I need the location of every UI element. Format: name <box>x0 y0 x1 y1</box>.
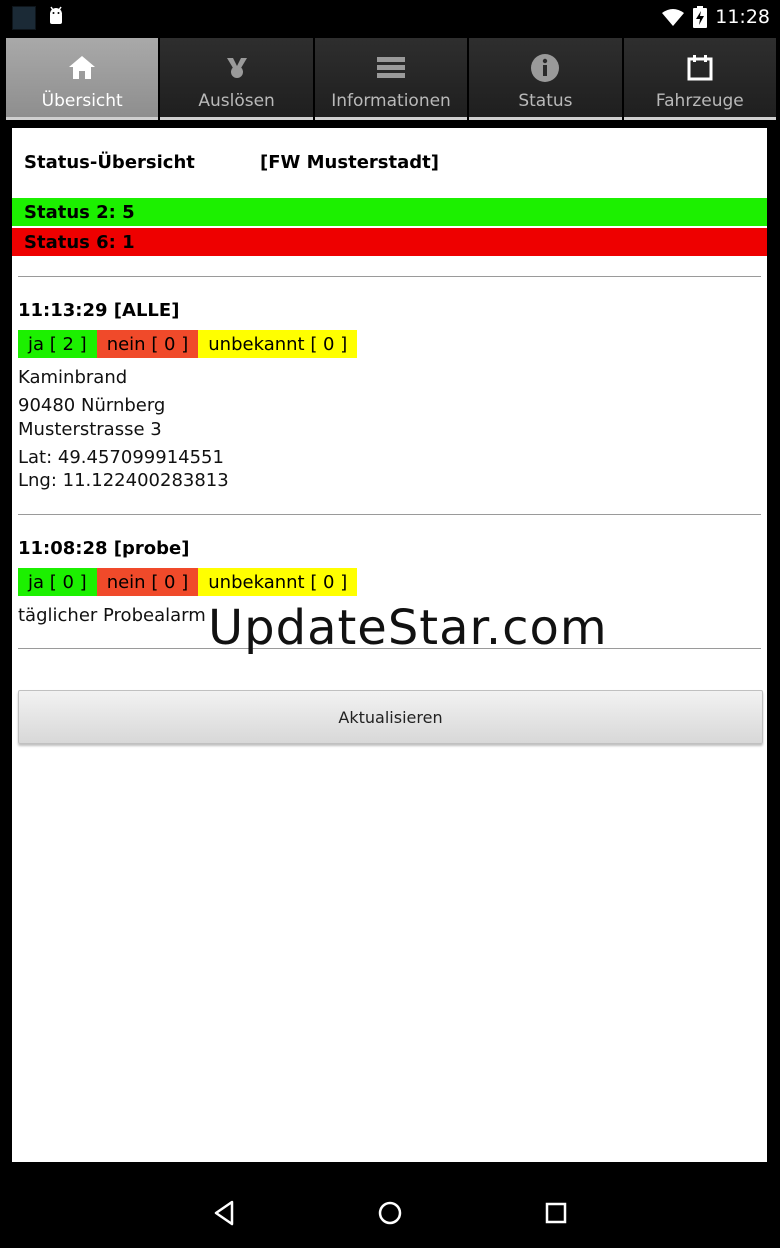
status-line-6: Status 6: 1 <box>12 228 767 256</box>
tab-status[interactable]: Status <box>469 38 622 120</box>
alarm-title: 11:08:28 [probe] <box>18 538 190 559</box>
app-notification-icon <box>12 6 36 30</box>
vehicle-icon <box>687 55 713 81</box>
divider <box>18 276 761 277</box>
tab-label: Übersicht <box>41 91 123 111</box>
clock: 11:28 <box>715 6 770 28</box>
recent-apps-icon[interactable] <box>541 1198 571 1228</box>
response-yes: ja [ 2 ] <box>18 330 97 358</box>
page-title: Status-Übersicht <box>24 152 195 173</box>
tab-label: Auslösen <box>198 91 275 111</box>
battery-charging-icon <box>693 6 708 28</box>
info-icon <box>531 54 560 82</box>
alarm-lng: Lng: 11.122400283813 <box>18 470 229 491</box>
tab-uebersicht[interactable]: Übersicht <box>6 38 159 120</box>
alarm-responses: ja [ 0 ] nein [ 0 ] unbekannt [ 0 ] <box>18 568 358 596</box>
alarm-keyword: Kaminbrand <box>18 367 128 388</box>
alarm-title: 11:13:29 [ALLE] <box>18 300 180 321</box>
wifi-icon <box>662 9 685 26</box>
navigation-bar <box>0 1176 780 1248</box>
watermark: UpdateStar.com <box>208 600 608 656</box>
tab-bar: Übersicht Auslösen Informationen Status … <box>6 38 777 120</box>
response-no: nein [ 0 ] <box>96 330 199 358</box>
overview-header: Status-Übersicht [FW Musterstadt] <box>24 148 754 178</box>
response-yes: ja [ 0 ] <box>18 568 97 596</box>
home-icon <box>69 56 96 79</box>
tab-label: Informationen <box>331 91 451 111</box>
response-unknown: unbekannt [ 0 ] <box>198 330 358 358</box>
alarm-street: Musterstrasse 3 <box>18 419 162 440</box>
alarm-responses: ja [ 2 ] nein [ 0 ] unbekannt [ 0 ] <box>18 330 358 358</box>
status-line-2: Status 2: 5 <box>12 198 767 226</box>
response-unknown: unbekannt [ 0 ] <box>198 568 358 596</box>
tab-informationen[interactable]: Informationen <box>314 38 468 120</box>
alarm-keyword: täglicher Probealarm <box>18 605 206 626</box>
tab-ausloesen[interactable]: Auslösen <box>160 38 313 120</box>
list-icon <box>377 57 406 78</box>
refresh-button[interactable]: Aktualisieren <box>18 690 763 744</box>
system-status-bar: 11:28 <box>0 0 780 34</box>
back-icon[interactable] <box>210 1198 240 1228</box>
tab-label: Status <box>518 91 573 111</box>
alarm-lat: Lat: 49.457099914551 <box>18 447 224 468</box>
tab-label: Fahrzeuge <box>655 91 744 111</box>
trigger-icon <box>226 58 247 78</box>
divider <box>18 514 761 515</box>
response-no: nein [ 0 ] <box>96 568 199 596</box>
home-nav-icon[interactable] <box>375 1198 405 1228</box>
tab-fahrzeuge[interactable]: Fahrzeuge <box>623 38 777 120</box>
android-debug-icon <box>50 6 62 24</box>
station-name: [FW Musterstadt] <box>260 152 439 173</box>
alarm-city: 90480 Nürnberg <box>18 395 166 416</box>
